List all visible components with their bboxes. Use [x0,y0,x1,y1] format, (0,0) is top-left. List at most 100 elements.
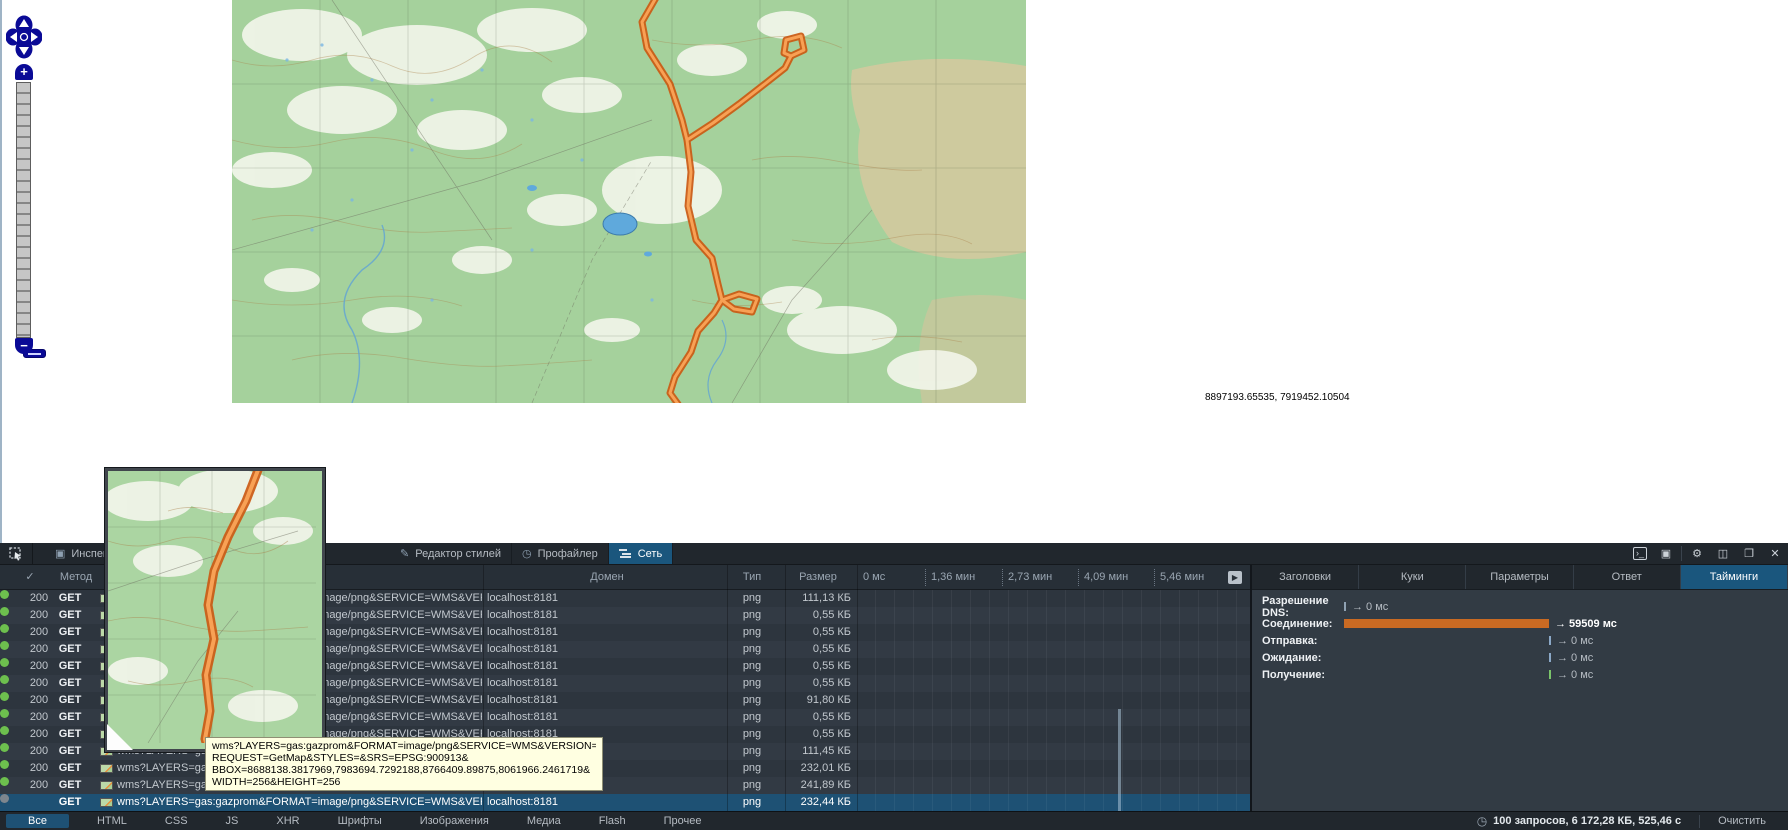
request-details-pane: Заголовки Куки Параметры Ответ Тайминги Разр… [1250,565,1788,811]
image-preview-popup [105,468,325,752]
tooltip-line: BBOX=8688138.3817969,7983694.7292188,876… [212,764,591,776]
request-domain: localhost:8181 [487,796,558,808]
requests-summary: 100 запросов, 6 172,28 КБ, 525,46 с [1493,815,1682,827]
detach-window-button[interactable]: ❐ [1736,543,1762,564]
request-domain: localhost:8181 [487,609,558,621]
request-file: wms?LAYERS=gas:gazprom&FORMAT=image/png&… [117,796,482,808]
status-dot [0,590,9,599]
style-editor-icon: ✎ [400,548,410,560]
responsive-mode-button[interactable]: ▣ [1653,543,1679,564]
filter-fonts[interactable]: Шрифты [328,814,392,828]
status-code: 200 [29,694,49,706]
status-dot [0,675,9,684]
filter-html[interactable]: HTML [87,814,137,828]
toolbar-tab-network[interactable]: Сеть [608,543,674,564]
column-divider [857,565,858,811]
timing-label: Получение: [1262,668,1326,681]
pick-element-button[interactable] [0,543,33,564]
timeline-playhead [1118,709,1121,811]
status-code: 200 [29,626,49,638]
request-size: 0,55 КБ [812,626,851,638]
timing-label: Разрешение DNS: [1262,594,1329,619]
toolbar-tab-style-editor[interactable]: ✎ Редактор стилей [390,543,512,564]
timing-value: → 0 мс [1557,651,1594,664]
request-size: 0,55 КБ [812,660,851,672]
browser-window: + − 8897193.65535, 7919452.10504 ▣ Инспек… [0,0,1788,830]
zoom-slider-track[interactable] [16,82,46,358]
timing-row-wait: Ожидание: → 0 мс [1262,649,1782,666]
dock-side-icon: ◫ [1717,548,1729,560]
filter-css[interactable]: CSS [155,814,198,828]
timing-row-send: Отправка: → 0 мс [1262,632,1782,649]
request-method: GET [58,779,82,791]
request-size: 111,13 КБ [802,592,851,604]
request-size: 91,80 КБ [806,694,851,706]
detail-tab-params[interactable]: Параметры [1466,565,1574,589]
request-domain: localhost:8181 [487,711,558,723]
timeline-play-button[interactable]: ▶ [1228,571,1242,584]
status-dot [0,641,9,650]
column-divider [727,565,728,811]
status-code: 200 [29,745,49,757]
request-domain: localhost:8181 [487,643,558,655]
toggle-console-icon: ›_ [1632,547,1647,560]
toolbar-tab-profiler[interactable]: ◷ Профайлер [512,543,609,564]
mouse-position-readout: 8897193.65535, 7919452.10504 [1205,392,1350,403]
request-type: png [742,626,762,638]
detail-tab-timings[interactable]: Тайминги [1680,565,1788,589]
size-column-header: Размер [799,571,837,583]
toggle-console-button[interactable]: ›_ [1627,543,1653,564]
status-dot [0,607,9,616]
filter-flash[interactable]: Flash [589,814,636,828]
zoom-in-button[interactable]: + [15,64,33,80]
pan-cross-icon[interactable] [6,14,42,60]
request-size: 232,44 КБ [800,796,851,808]
filter-media[interactable]: Медиа [517,814,571,828]
topographic-map-image [232,0,1026,403]
request-domain: localhost:8181 [487,694,558,706]
tile-preview-image [108,471,316,743]
timing-bar-zone [1344,670,1552,679]
filter-xhr[interactable]: XHR [266,814,309,828]
map-canvas[interactable] [232,0,1026,403]
timing-bar-zone [1344,636,1552,645]
filter-all[interactable]: Все [6,814,69,828]
map-panzoom-control: + − [6,14,46,360]
timing-bar-zone [1344,653,1552,662]
timeline-tick-label: 5,46 мин [1154,569,1204,586]
filter-js[interactable]: JS [216,814,249,828]
clear-requests-button[interactable]: Очистить [1718,815,1766,827]
filter-other[interactable]: Прочее [654,814,712,828]
request-size: 0,55 КБ [812,711,851,723]
status-dot [0,794,9,803]
toolbar-separator [1681,546,1682,561]
timing-label: Соединение: [1262,617,1333,630]
settings-button[interactable]: ⚙ [1684,543,1710,564]
inspector-icon: ▣ [54,548,66,560]
detail-tab-response[interactable]: Ответ [1574,565,1681,589]
request-method: GET [58,626,82,638]
request-size: 0,55 КБ [812,677,851,689]
status-dot [0,692,9,701]
request-method: GET [58,643,82,655]
status-code: 200 [29,677,49,689]
detail-tab-cookies[interactable]: Куки [1359,565,1467,589]
filter-images[interactable]: Изображения [410,814,499,828]
close-devtools-button[interactable]: ✕ [1762,543,1788,564]
request-type: png [742,711,762,723]
request-type: png [742,643,762,655]
status-dot [0,743,9,752]
timeline-tick-label: 2,73 мин [1002,569,1052,586]
request-size: 0,55 КБ [812,609,851,621]
settings-icon: ⚙ [1692,548,1702,560]
timing-value: → 0 мс [1557,668,1594,681]
web-page: + − 8897193.65535, 7919452.10504 [0,0,1788,543]
detail-tab-headers[interactable]: Заголовки [1252,565,1360,589]
dock-side-button[interactable]: ◫ [1710,543,1736,564]
tooltip-line: REQUEST=GetMap&STYLES=&SRS=EPSG:900913& [212,752,469,764]
footer-divider [1699,814,1701,828]
timing-row-dns: Разрешение DNS: → 0 мс [1262,595,1782,619]
network-icon [618,549,632,558]
status-code: 200 [29,762,49,774]
timing-value: → 0 мс [1352,600,1389,613]
